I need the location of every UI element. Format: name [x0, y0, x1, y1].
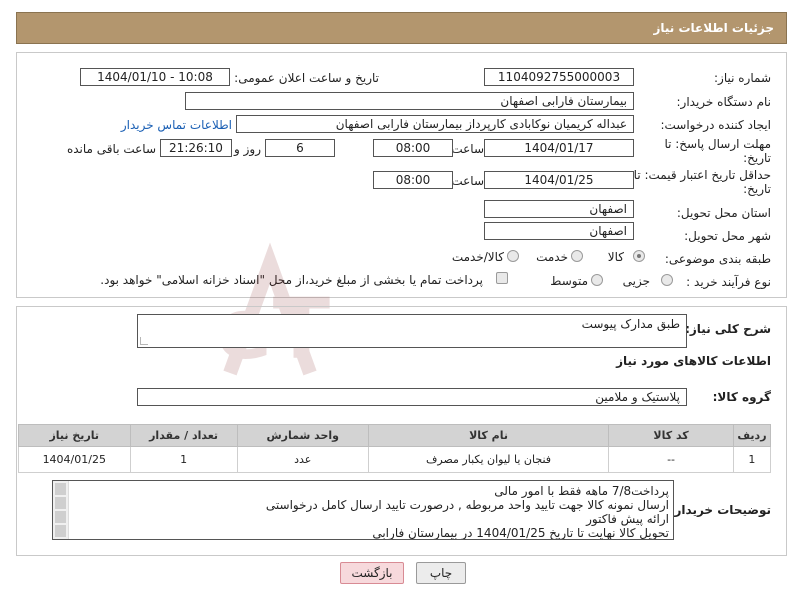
notes-line: ارائه پیش فاکتور: [586, 512, 669, 526]
province-field[interactable]: اصفهان: [484, 200, 634, 218]
resize-grip-icon[interactable]: [140, 337, 148, 345]
announce-label: تاریخ و ساعت اعلان عمومی:: [234, 71, 379, 85]
col-quantity: تعداد / مقدار: [129, 424, 238, 447]
treasury-payment-checkbox[interactable]: [496, 272, 508, 284]
remaining-label: ساعت باقی مانده: [66, 142, 156, 156]
cell-row-number: 1: [732, 446, 772, 473]
validity-date-label: تاریخ:: [743, 182, 771, 196]
treasury-payment-note: پرداخت تمام یا بخشی از مبلغ خرید،از محل …: [100, 273, 483, 287]
page-header: جزئیات اطلاعات نیاز: [16, 12, 787, 44]
deadline-date-label: تاریخ:: [743, 151, 771, 165]
category-option-goods-service: کالا/خدمت: [451, 250, 504, 264]
validity-time-label: ساعت: [451, 174, 484, 188]
cell-unit: عدد: [236, 446, 369, 473]
back-button[interactable]: بازگشت: [340, 562, 404, 584]
buyer-org-field[interactable]: بیمارستان فارابی اصفهان: [185, 92, 634, 110]
need-number-label: شماره نیاز:: [714, 71, 771, 85]
goods-info-title: اطلاعات کالاهای مورد نیاز: [616, 354, 771, 368]
col-goods-code: کد کالا: [608, 424, 734, 447]
purchase-option-medium: متوسط: [550, 274, 588, 288]
cell-need-date: 1404/01/25: [18, 446, 131, 473]
validity-date-field[interactable]: 1404/01/25: [484, 171, 634, 189]
col-row-number: ردیف: [732, 424, 772, 447]
days-remaining-field[interactable]: 6: [265, 139, 335, 157]
deadline-date-field[interactable]: 1404/01/17: [484, 139, 634, 157]
scroll-thumb[interactable]: [55, 497, 66, 509]
goods-table-header: ردیف کد کالا نام کالا واحد شمارش تعداد /…: [18, 424, 772, 447]
scroll-thumb[interactable]: [55, 511, 66, 523]
category-radio-goods-service[interactable]: [507, 250, 519, 262]
notes-line: پرداخت7/8 ماهه فقط با امور مالی: [494, 484, 669, 498]
goods-group-label: گروه کالا:: [712, 390, 771, 404]
col-goods-name: نام کالا: [367, 424, 610, 447]
deadline-time-label: ساعت: [451, 142, 484, 156]
page-title: جزئیات اطلاعات نیاز: [653, 21, 774, 35]
description-text: طبق مدارک پیوست: [581, 317, 680, 331]
buyer-notes-label: توضیحات خریدار:: [669, 503, 771, 517]
cell-goods-name: فنجان یا لیوان یکبار مصرف: [367, 446, 610, 473]
category-radio-goods[interactable]: [633, 250, 645, 262]
city-field[interactable]: اصفهان: [484, 222, 634, 240]
notes-line: تحویل کالا نهایت تا تاریخ 1404/01/25 در …: [372, 526, 669, 540]
purchase-option-minor: جزیی: [622, 274, 650, 288]
creator-label: ایجاد کننده درخواست:: [660, 118, 771, 132]
city-label: شهر محل تحویل:: [684, 229, 771, 243]
category-radio-service[interactable]: [571, 250, 583, 262]
category-option-goods: کالا: [607, 250, 624, 264]
description-textarea[interactable]: طبق مدارک پیوست: [137, 314, 687, 348]
need-number-field[interactable]: 1104092755000003: [484, 68, 634, 86]
print-button[interactable]: چاپ: [416, 562, 466, 584]
category-option-service: خدمت: [536, 250, 568, 264]
purchase-radio-medium[interactable]: [591, 274, 603, 286]
deadline-label: مهلت ارسال پاسخ: تا: [664, 137, 771, 151]
goods-group-field[interactable]: پلاستیک و ملامین: [137, 388, 687, 406]
buyer-org-label: نام دستگاه خریدار:: [676, 95, 772, 109]
deadline-time-field[interactable]: 08:00: [373, 139, 453, 157]
goods-table: ردیف کد کالا نام کالا واحد شمارش تعداد /…: [18, 424, 772, 473]
creator-field[interactable]: عبداله کریمیان نوکابادی کارپرداز بیمارست…: [236, 115, 634, 133]
purchase-type-label: نوع فرآیند خرید :: [686, 275, 771, 289]
announce-datetime-field[interactable]: 1404/01/10 - 10:08: [80, 68, 230, 86]
days-label: روز و: [234, 142, 261, 156]
notes-scrollbar[interactable]: [53, 481, 69, 539]
cell-quantity: 1: [129, 446, 238, 473]
category-label: طبقه بندی موضوعی:: [664, 252, 771, 266]
buyer-contact-link[interactable]: اطلاعات تماس خریدار: [121, 118, 232, 132]
time-remaining-field[interactable]: 21:26:10: [160, 139, 232, 157]
col-need-date: تاریخ نیاز: [18, 424, 131, 447]
validity-label: حداقل تاریخ اعتبار قیمت: تا: [633, 168, 771, 182]
buyer-notes-textarea[interactable]: پرداخت7/8 ماهه فقط با امور مالی ارسال نم…: [52, 480, 674, 540]
notes-line: ارسال نمونه کالا جهت تایید واحد مربوطه ,…: [265, 498, 669, 512]
table-row[interactable]: 1 -- فنجان یا لیوان یکبار مصرف عدد 1 140…: [18, 446, 772, 473]
description-label: شرح کلی نیاز:: [685, 322, 771, 336]
scroll-up-icon[interactable]: [55, 483, 66, 495]
col-unit: واحد شمارش: [236, 424, 369, 447]
purchase-radio-minor[interactable]: [661, 274, 673, 286]
validity-time-field[interactable]: 08:00: [373, 171, 453, 189]
province-label: استان محل تحویل:: [676, 206, 771, 220]
cell-goods-code: --: [608, 446, 734, 473]
scroll-down-icon[interactable]: [55, 525, 66, 537]
